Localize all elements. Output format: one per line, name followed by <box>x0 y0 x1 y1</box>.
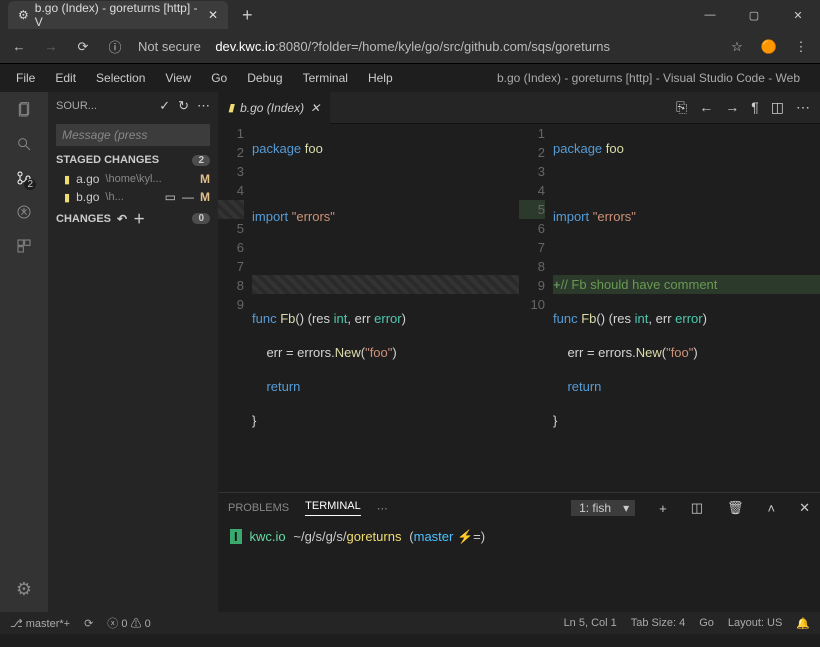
search-icon[interactable] <box>16 136 32 152</box>
scm-sidebar: SOUR... ✓ ↻ ⋯ Message (press STAGED CHAN… <box>48 92 218 612</box>
bell-icon[interactable]: 🔔 <box>796 617 810 630</box>
prompt-badge: I <box>230 529 242 544</box>
extensions-icon[interactable] <box>16 238 32 254</box>
explorer-icon[interactable] <box>16 102 32 118</box>
omnibox[interactable]: Not secure dev.kwc.io:8080/?folder=/home… <box>138 39 714 54</box>
favicon: ⚙ <box>18 8 29 22</box>
debug-icon[interactable] <box>16 204 32 220</box>
line-numbers: 1 2 3 4 5 6 7 8 9 <box>218 124 252 492</box>
staged-file[interactable]: ▮ b.go \h... ▭ — M <box>48 188 218 206</box>
window-controls: — ▢ ✕ <box>688 0 820 30</box>
line-numbers: 1 2 3 4 5 6 7 8 9 10 <box>519 124 553 492</box>
refresh-icon[interactable]: ↻ <box>178 98 189 114</box>
go-file-icon: ▮ <box>64 191 70 204</box>
diff-left-pane: 1 2 3 4 5 6 7 8 9 package foo import "er… <box>218 124 519 492</box>
more-icon[interactable]: ⋯ <box>197 98 210 114</box>
editor-tab-label: b.go (Index) <box>240 101 304 115</box>
changes-count: 0 <box>192 213 210 224</box>
site-info-icon[interactable]: ⓘ <box>106 37 124 56</box>
menu-selection[interactable]: Selection <box>88 68 153 88</box>
tab-terminal[interactable]: TERMINAL <box>305 500 361 516</box>
split-editor-icon[interactable]: ◫ <box>771 99 784 116</box>
menu-edit[interactable]: Edit <box>47 68 84 88</box>
staged-section[interactable]: STAGED CHANGES 2 <box>48 150 218 170</box>
bookmark-icon[interactable]: ☆ <box>728 39 746 55</box>
changes-section[interactable]: CHANGES ↶ ＋ 0 <box>48 206 218 231</box>
back-icon[interactable]: ← <box>10 39 28 54</box>
menu-file[interactable]: File <box>8 68 43 88</box>
terminal-content[interactable]: I kwc.io ~/g/s/g/s/goreturns (master ⚡=) <box>218 523 820 551</box>
bottom-panel: PROBLEMS TERMINAL ⋯ 1: fish + ◫ 🗑 ˄ ✕ I … <box>218 492 820 612</box>
editor-tabs: ▮ b.go (Index) ✕ ⎘ ← → ¶ ◫ ⋯ <box>218 92 820 124</box>
commit-message-input[interactable]: Message (press <box>56 124 210 146</box>
close-window-button[interactable]: ✕ <box>776 0 820 30</box>
language-mode[interactable]: Go <box>699 617 714 630</box>
code-right: package foo import "errors" +// Fb shoul… <box>553 124 820 492</box>
kill-terminal-icon[interactable]: 🗑 <box>727 500 744 516</box>
unstage-icon[interactable]: — <box>182 190 194 204</box>
browser-tab-title: b.go (Index) - goreturns [http] - V <box>35 1 202 29</box>
menu-icon[interactable]: ⋮ <box>792 39 810 55</box>
cursor-position[interactable]: Ln 5, Col 1 <box>564 617 617 630</box>
menu-bar: File Edit Selection View Go Debug Termin… <box>0 64 820 92</box>
prev-change-icon[interactable]: ← <box>699 99 713 116</box>
close-icon[interactable]: ✕ <box>208 8 218 22</box>
stage-all-icon[interactable]: ＋ <box>133 210 145 227</box>
split-terminal-icon[interactable]: ◫ <box>691 500 703 516</box>
profile-avatar[interactable]: 🟠 <box>760 39 778 55</box>
menu-debug[interactable]: Debug <box>239 68 290 88</box>
more-icon[interactable]: ⋯ <box>377 502 388 515</box>
menu-go[interactable]: Go <box>203 68 235 88</box>
terminal-select[interactable]: 1: fish <box>571 500 635 516</box>
status-badge: M <box>200 172 210 186</box>
discard-icon[interactable]: ↶ <box>117 212 127 226</box>
tab-size[interactable]: Tab Size: 4 <box>631 617 685 630</box>
go-file-icon: ▮ <box>64 173 70 186</box>
maximize-button[interactable]: ▢ <box>732 0 776 30</box>
close-panel-icon[interactable]: ✕ <box>799 500 810 516</box>
close-icon[interactable]: ✕ <box>310 101 320 115</box>
commit-icon[interactable]: ✓ <box>159 98 170 114</box>
forward-icon[interactable]: → <box>42 39 60 54</box>
diff-right-pane: 1 2 3 4 5 6 7 8 9 10 package foo import … <box>519 124 820 492</box>
keyboard-layout[interactable]: Layout: US <box>728 617 782 630</box>
more-icon[interactable]: ⋯ <box>796 99 810 116</box>
sync-icon[interactable]: ⟳ <box>84 617 93 630</box>
branch-indicator[interactable]: ⎇ master*+ <box>10 617 70 630</box>
minimize-button[interactable]: — <box>688 0 732 30</box>
tab-problems[interactable]: PROBLEMS <box>228 502 289 514</box>
problems-indicator[interactable]: ⓧ 0 ⚠ 0 <box>107 615 150 631</box>
status-badge: M <box>200 190 210 204</box>
browser-titlebar: ⚙ b.go (Index) - goreturns [http] - V ✕ … <box>0 0 820 30</box>
scm-title: SOUR... <box>56 100 151 112</box>
go-file-icon: ▮ <box>228 101 234 114</box>
browser-tab[interactable]: ⚙ b.go (Index) - goreturns [http] - V ✕ <box>8 1 228 29</box>
toggle-whitespace-icon[interactable]: ⎘ <box>676 99 687 116</box>
scm-badge: 2 <box>24 179 36 190</box>
address-bar: ← → ⟳ ⓘ Not secure dev.kwc.io:8080/?fold… <box>0 30 820 64</box>
staged-count: 2 <box>192 155 210 166</box>
diff-editor[interactable]: 1 2 3 4 5 6 7 8 9 package foo import "er… <box>218 124 820 492</box>
menu-help[interactable]: Help <box>360 68 401 88</box>
status-bar: ⎇ master*+ ⟳ ⓧ 0 ⚠ 0 Ln 5, Col 1 Tab Siz… <box>0 612 820 634</box>
staged-file[interactable]: ▮ a.go \home\kyl... M <box>48 170 218 188</box>
scm-icon[interactable]: 2 <box>16 170 32 186</box>
new-terminal-icon[interactable]: + <box>659 501 667 516</box>
gear-icon[interactable]: ⚙ <box>16 579 32 600</box>
reload-icon[interactable]: ⟳ <box>74 39 92 55</box>
panel-tabs: PROBLEMS TERMINAL ⋯ 1: fish + ◫ 🗑 ˄ ✕ <box>218 493 820 523</box>
next-change-icon[interactable]: → <box>725 99 739 116</box>
window-title: b.go (Index) - goreturns [http] - Visual… <box>497 71 812 85</box>
scm-header: SOUR... ✓ ↻ ⋯ <box>48 92 218 120</box>
editor-tab[interactable]: ▮ b.go (Index) ✕ <box>218 92 330 124</box>
menu-view[interactable]: View <box>157 68 199 88</box>
chevron-up-icon[interactable]: ˄ <box>768 501 776 516</box>
editor-group: ▮ b.go (Index) ✕ ⎘ ← → ¶ ◫ ⋯ 1 2 3 4 <box>218 92 820 612</box>
new-tab-button[interactable]: + <box>242 5 253 26</box>
code-left: package foo import "errors" func Fb() (r… <box>252 124 519 492</box>
open-file-icon[interactable]: ▭ <box>165 190 176 204</box>
pilcrow-icon[interactable]: ¶ <box>751 99 759 116</box>
menu-terminal[interactable]: Terminal <box>295 68 356 88</box>
activity-bar: 2 ⚙ <box>0 92 48 612</box>
